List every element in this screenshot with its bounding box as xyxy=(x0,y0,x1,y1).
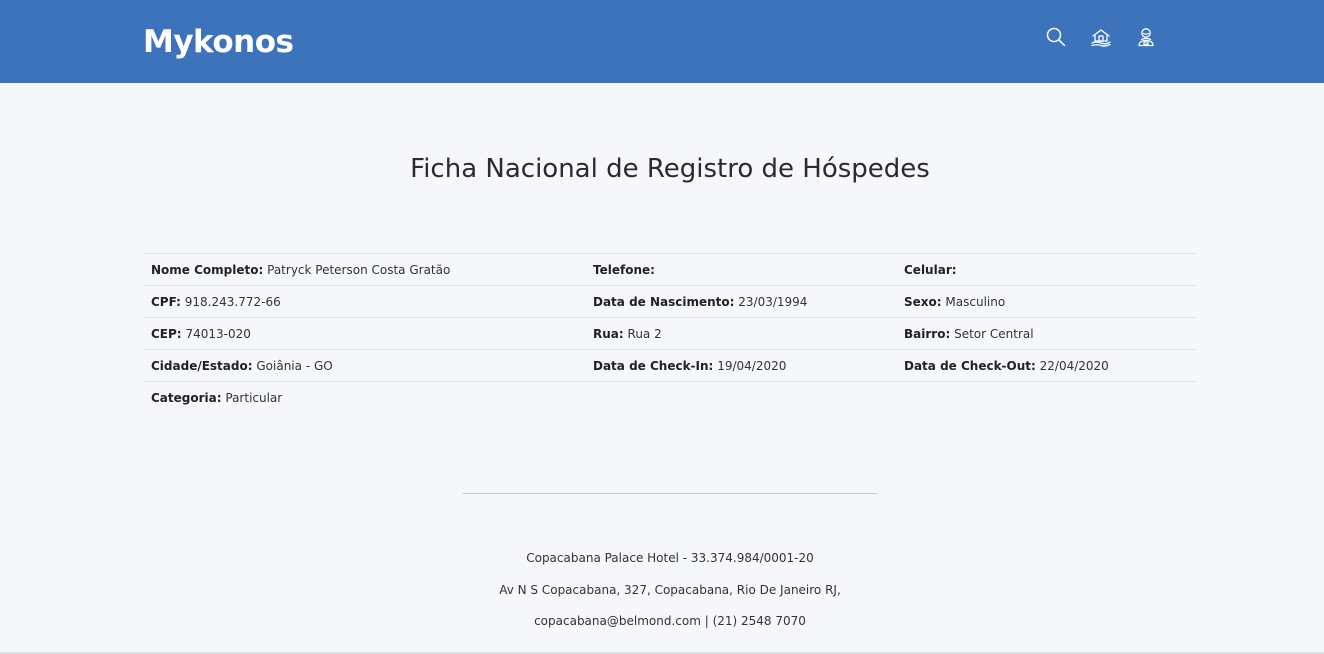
field-bairro: Bairro: Setor Central xyxy=(897,317,1197,350)
empty-cell xyxy=(897,381,1197,414)
table-row: CEP: 74013-020 Rua: Rua 2 Bairro: Setor … xyxy=(144,317,1197,350)
field-label: Data de Nascimento: xyxy=(593,294,735,309)
guest-icon[interactable] xyxy=(1135,26,1157,48)
navbar: Mykonos xyxy=(0,0,1324,83)
field-label: Rua: xyxy=(593,326,624,341)
field-label: Bairro: xyxy=(904,326,951,341)
field-cpf: CPF: 918.243.772-66 xyxy=(144,285,586,318)
field-label: Cidade/Estado: xyxy=(151,358,253,373)
field-check-in: Data de Check-In: 19/04/2020 xyxy=(586,349,897,382)
search-icon[interactable] xyxy=(1045,26,1067,48)
field-label: Data de Check-Out: xyxy=(904,358,1036,373)
field-label: CPF: xyxy=(151,294,181,309)
field-value: 74013-020 xyxy=(185,326,251,341)
field-label: Sexo: xyxy=(904,294,942,309)
field-rua: Rua: Rua 2 xyxy=(586,317,897,350)
hotel-icon[interactable] xyxy=(1090,26,1112,48)
field-check-out: Data de Check-Out: 22/04/2020 xyxy=(897,349,1197,382)
footer-divider xyxy=(463,493,877,494)
field-value: Patryck Peterson Costa Gratão xyxy=(267,262,451,277)
table-row: CPF: 918.243.772-66 Data de Nascimento: … xyxy=(144,285,1197,318)
page-title: Ficha Nacional de Registro de Hóspedes xyxy=(410,154,930,184)
field-cidade-estado: Cidade/Estado: Goiânia - GO xyxy=(144,349,586,382)
field-value: Setor Central xyxy=(954,326,1034,341)
field-value: Goiânia - GO xyxy=(256,358,333,373)
field-value: 918.243.772-66 xyxy=(184,294,281,309)
brand-logo[interactable]: Mykonos xyxy=(143,22,294,62)
field-cep: CEP: 74013-020 xyxy=(144,317,586,350)
field-value: 23/03/1994 xyxy=(738,294,808,309)
table-row: Categoria: Particular xyxy=(144,381,1197,414)
field-nome-completo: Nome Completo: Patryck Peterson Costa Gr… xyxy=(144,253,586,286)
guest-info-table: Nome Completo: Patryck Peterson Costa Gr… xyxy=(144,253,1197,414)
field-celular: Celular: xyxy=(897,253,1197,286)
field-label: Celular: xyxy=(904,262,957,277)
table-row: Nome Completo: Patryck Peterson Costa Gr… xyxy=(144,253,1197,286)
field-label: CEP: xyxy=(151,326,182,341)
field-sexo: Sexo: Masculino xyxy=(897,285,1197,318)
table-row: Cidade/Estado: Goiânia - GO Data de Chec… xyxy=(144,349,1197,382)
field-value: Rua 2 xyxy=(627,326,662,341)
field-value: Particular xyxy=(225,390,283,405)
field-telefone: Telefone: xyxy=(586,253,897,286)
field-data-nascimento: Data de Nascimento: 23/03/1994 xyxy=(586,285,897,318)
field-label: Nome Completo: xyxy=(151,262,264,277)
field-value: 19/04/2020 xyxy=(717,358,787,373)
footer-address: Av N S Copacabana, 327, Copacabana, Rio … xyxy=(499,583,841,597)
empty-cell xyxy=(586,381,897,414)
field-label: Categoria: xyxy=(151,390,222,405)
field-categoria: Categoria: Particular xyxy=(144,381,586,414)
field-label: Data de Check-In: xyxy=(593,358,714,373)
field-value: 22/04/2020 xyxy=(1039,358,1109,373)
field-value: Masculino xyxy=(945,294,1006,309)
footer-contact: copacabana@belmond.com | (21) 2548 7070 xyxy=(534,614,806,628)
field-label: Telefone: xyxy=(593,262,655,277)
footer-hotel-name: Copacabana Palace Hotel - 33.374.984/000… xyxy=(526,551,814,565)
